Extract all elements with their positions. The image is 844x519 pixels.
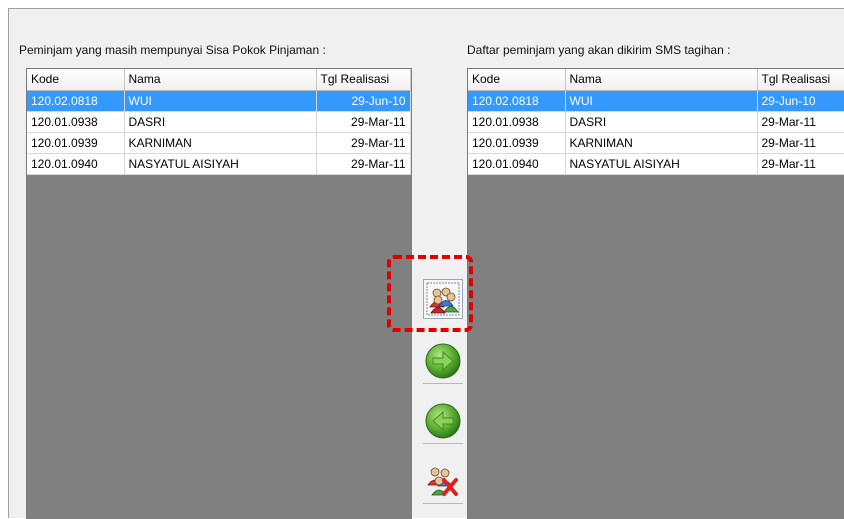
table-row[interactable]: 120.01.0940 NASYATUL AISIYAH 29-Mar-11 — [468, 153, 844, 175]
table-row[interactable]: 120.01.0939 KARNIMAN 29-Mar-11 — [468, 132, 844, 154]
table-row[interactable]: 120.01.0939 KARNIMAN 29-Mar-11 — [27, 132, 411, 154]
button-divider — [423, 503, 463, 504]
right-panel-caption: Daftar peminjam yang akan dikirim SMS ta… — [467, 43, 731, 57]
users-delete-icon — [427, 467, 458, 496]
button-divider — [423, 383, 463, 384]
table-row[interactable]: 120.01.0938 DASRI 29-Mar-11 — [27, 111, 411, 133]
cell-nama: KARNIMAN — [124, 132, 317, 154]
cell-tgl-realisasi: 29-Mar-11 — [316, 132, 411, 154]
cell-kode: 120.01.0939 — [468, 132, 566, 154]
cell-kode: 120.01.0939 — [27, 132, 125, 154]
column-header-nama[interactable]: Nama — [565, 69, 758, 91]
cell-nama: NASYATUL AISIYAH — [565, 153, 758, 175]
transfer-button-bar — [413, 9, 474, 518]
table-row[interactable]: 120.02.0818 WUI 29-Jun-10 — [27, 90, 411, 112]
table-row[interactable]: 120.02.0818 WUI 29-Jun-10 — [468, 90, 844, 112]
left-borrower-grid[interactable]: Kode Nama Tgl Realisasi 120.02.0818 WUI … — [26, 68, 412, 519]
right-sms-table: Kode Nama Tgl Realisasi 120.02.0818 WUI … — [468, 69, 844, 175]
cell-tgl-realisasi: 29-Jun-10 — [316, 90, 411, 112]
cell-kode: 120.02.0818 — [27, 90, 125, 112]
cell-tgl-realisasi: 29-Jun-10 — [757, 90, 844, 112]
cell-kode: 120.01.0938 — [468, 111, 566, 133]
cell-tgl-realisasi: 29-Mar-11 — [316, 153, 411, 175]
right-sms-grid[interactable]: Kode Nama Tgl Realisasi 120.02.0818 WUI … — [467, 68, 844, 519]
remove-all-users-button[interactable] — [423, 461, 463, 504]
select-all-users-button[interactable] — [423, 279, 463, 319]
cell-kode: 120.01.0938 — [27, 111, 125, 133]
cell-tgl-realisasi: 29-Mar-11 — [757, 132, 844, 154]
cell-kode: 120.01.0940 — [27, 153, 125, 175]
cell-nama: WUI — [565, 90, 758, 112]
column-header-kode[interactable]: Kode — [468, 69, 566, 91]
sms-tagihan-window: Peminjam yang masih mempunyai Sisa Pokok… — [8, 8, 844, 519]
cell-nama: DASRI — [124, 111, 317, 133]
cell-nama: NASYATUL AISIYAH — [124, 153, 317, 175]
left-panel-caption: Peminjam yang masih mempunyai Sisa Pokok… — [19, 43, 326, 57]
left-borrower-table: Kode Nama Tgl Realisasi 120.02.0818 WUI … — [27, 69, 411, 175]
column-header-nama[interactable]: Nama — [124, 69, 317, 91]
button-divider — [423, 443, 463, 444]
green-arrow-right-icon — [425, 343, 461, 379]
right-grid-header: Kode Nama Tgl Realisasi — [468, 69, 844, 91]
move-right-button[interactable] — [423, 341, 463, 384]
cell-nama: DASRI — [565, 111, 758, 133]
group-users-icon — [426, 282, 460, 316]
cell-kode: 120.01.0940 — [468, 153, 566, 175]
column-header-tgl-realisasi[interactable]: Tgl Realisasi — [316, 69, 411, 91]
table-row[interactable]: 120.01.0940 NASYATUL AISIYAH 29-Mar-11 — [27, 153, 411, 175]
column-header-tgl-realisasi[interactable]: Tgl Realisasi — [757, 69, 844, 91]
green-arrow-left-icon — [425, 403, 461, 439]
cell-tgl-realisasi: 29-Mar-11 — [757, 153, 844, 175]
cell-nama: KARNIMAN — [565, 132, 758, 154]
left-grid-header: Kode Nama Tgl Realisasi — [27, 69, 411, 91]
cell-kode: 120.02.0818 — [468, 90, 566, 112]
cell-tgl-realisasi: 29-Mar-11 — [757, 111, 844, 133]
cell-tgl-realisasi: 29-Mar-11 — [316, 111, 411, 133]
cell-nama: WUI — [124, 90, 317, 112]
column-header-kode[interactable]: Kode — [27, 69, 125, 91]
table-row[interactable]: 120.01.0938 DASRI 29-Mar-11 — [468, 111, 844, 133]
move-left-button[interactable] — [423, 401, 463, 444]
